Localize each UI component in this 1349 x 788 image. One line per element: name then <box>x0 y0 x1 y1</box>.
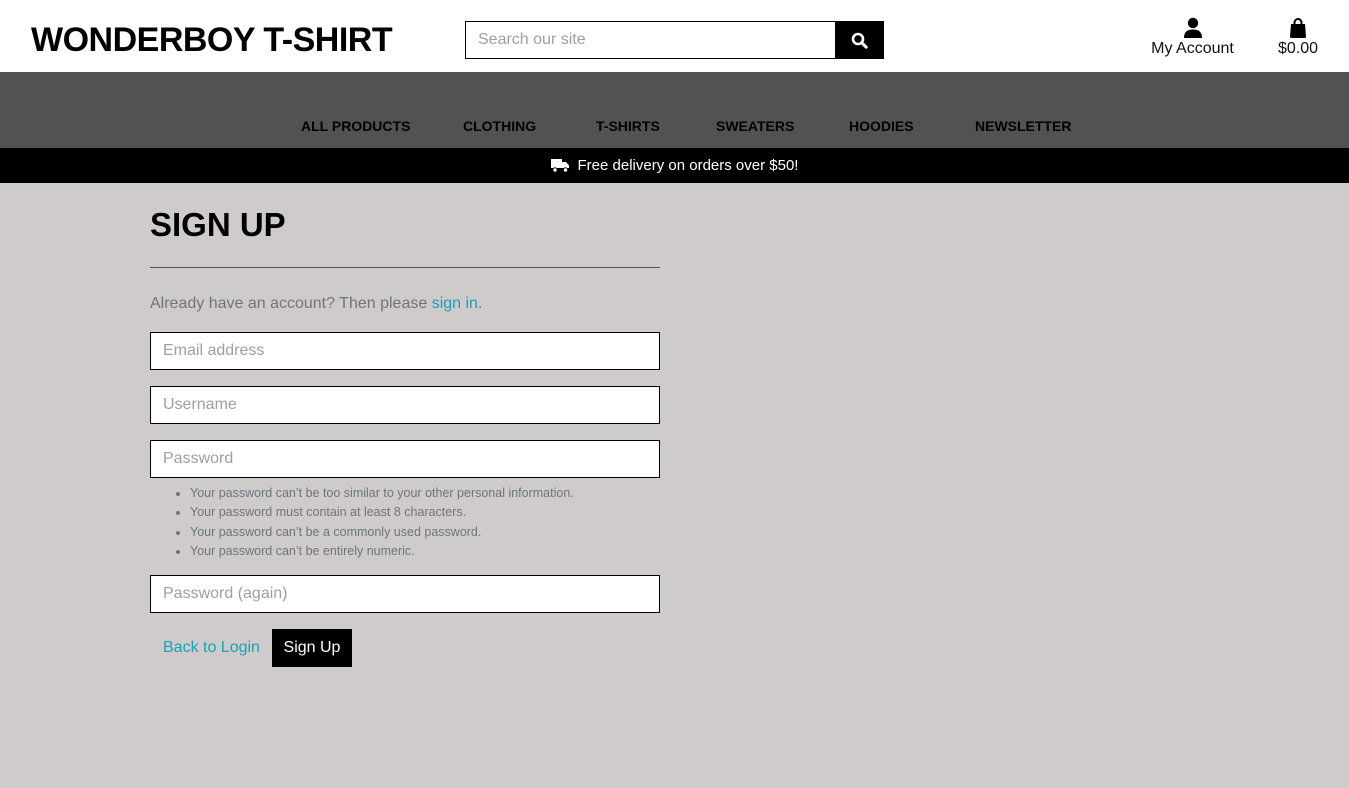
search-input[interactable] <box>465 21 835 59</box>
nav-item-all-products[interactable]: ALL PRODUCTS <box>301 118 410 134</box>
signin-prompt-period: . <box>477 295 483 312</box>
truck-icon <box>550 159 569 173</box>
username-field[interactable] <box>150 386 660 424</box>
nav-item-clothing[interactable]: CLOTHING <box>463 118 536 134</box>
search-icon <box>851 32 868 49</box>
nav-item-sweaters[interactable]: SWEATERS <box>716 118 794 134</box>
title-divider <box>150 267 660 268</box>
password-help-list: Your password can’t be too similar to yo… <box>190 484 574 561</box>
nav-item-hoodies[interactable]: HOODIES <box>849 118 914 134</box>
signin-prompt-text: Already have an account? Then please <box>150 295 432 312</box>
password-help-item: Your password can’t be a commonly used p… <box>190 523 574 542</box>
site-header: WONDERBOY T-SHIRT My Account $0.00 <box>0 0 1349 72</box>
delivery-banner-text: Free delivery on orders over $50! <box>577 157 799 174</box>
page-title: SIGN UP <box>150 206 286 243</box>
nav-item-t-shirts[interactable]: T-SHIRTS <box>596 118 660 134</box>
search-form <box>465 21 884 59</box>
password-again-field[interactable] <box>150 575 660 613</box>
password-help-item: Your password can’t be entirely numeric. <box>190 542 574 561</box>
sign-up-button[interactable]: Sign Up <box>272 629 352 667</box>
sign-in-link[interactable]: sign in <box>432 295 478 312</box>
user-icon <box>1183 17 1202 38</box>
email-field[interactable] <box>150 332 660 370</box>
nav-item-newsletter[interactable]: NEWSLETTER <box>975 118 1071 134</box>
back-to-login-link[interactable]: Back to Login <box>163 639 260 657</box>
search-button[interactable] <box>835 21 884 59</box>
bag-total: $0.00 <box>1277 40 1319 57</box>
signin-prompt: Already have an account? Then please sig… <box>150 295 482 313</box>
delivery-banner: Free delivery on orders over $50! <box>0 148 1349 183</box>
shopping-bag-link[interactable]: $0.00 <box>1270 16 1326 58</box>
my-account-link[interactable]: My Account <box>1145 16 1240 58</box>
password-help-item: Your password can’t be too similar to yo… <box>190 484 574 503</box>
my-account-label: My Account <box>1151 40 1234 57</box>
password-field[interactable] <box>150 440 660 478</box>
password-help-item: Your password must contain at least 8 ch… <box>190 503 574 522</box>
shopping-bag-icon <box>1290 18 1306 38</box>
site-logo[interactable]: WONDERBOY T-SHIRT <box>31 20 393 60</box>
main-navigation: ALL PRODUCTS CLOTHING T-SHIRTS SWEATERS … <box>0 72 1349 148</box>
